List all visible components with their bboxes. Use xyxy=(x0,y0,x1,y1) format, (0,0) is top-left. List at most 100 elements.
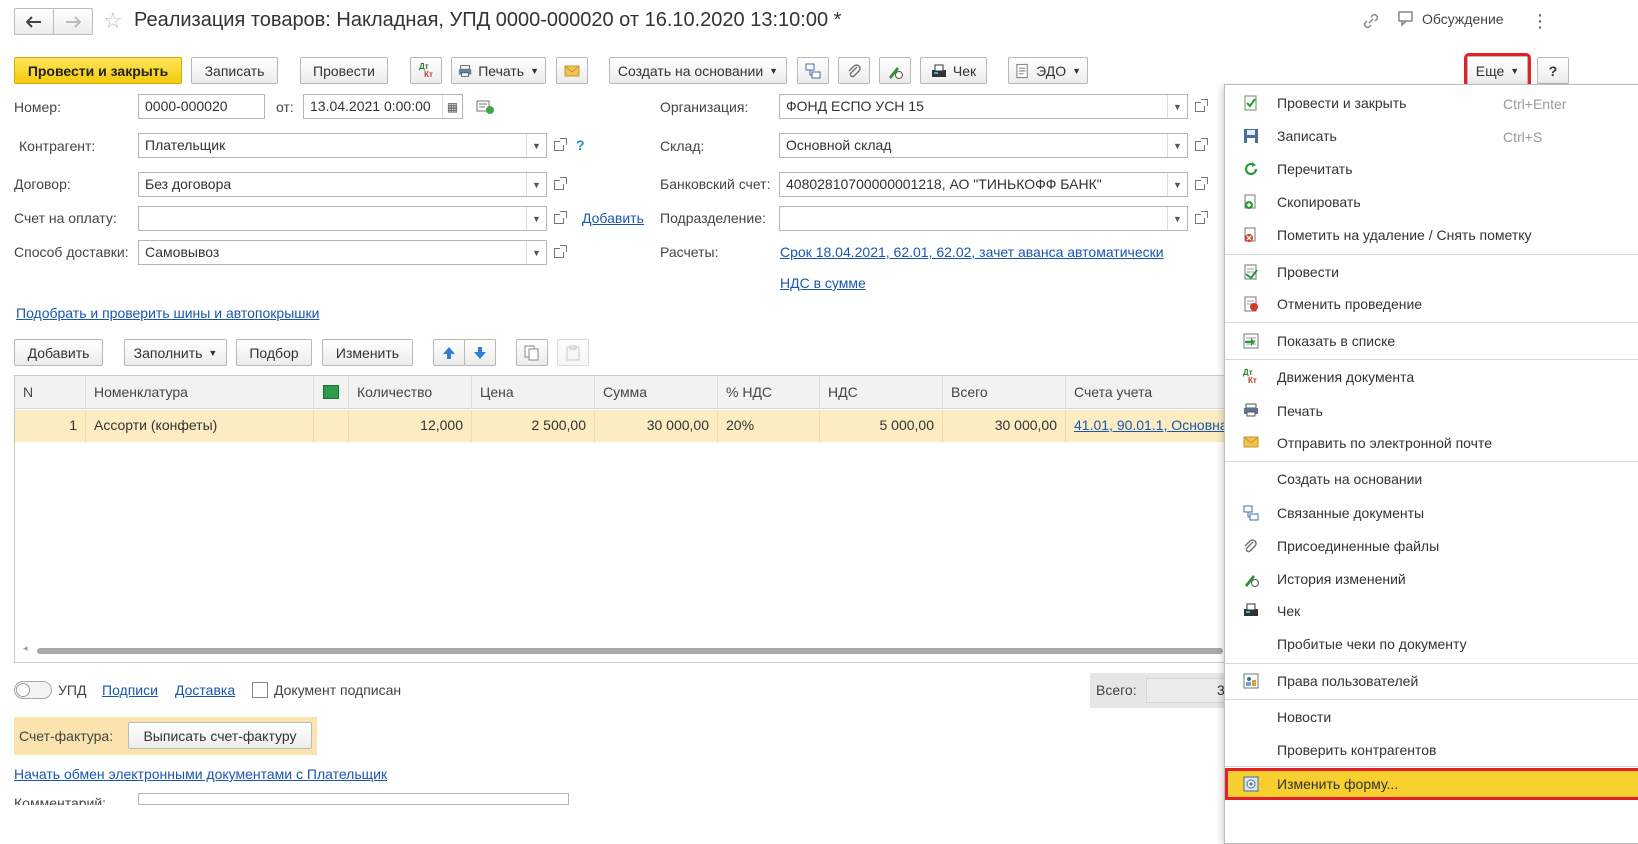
menu-item-18[interactable]: Права пользователей xyxy=(1225,665,1638,697)
open-delivery-icon[interactable] xyxy=(549,240,569,265)
menu-item-10[interactable]: Печать xyxy=(1225,395,1638,427)
comment-field[interactable] xyxy=(138,793,569,805)
menu-item-3[interactable]: Перечитать xyxy=(1225,153,1638,185)
signatures-link[interactable]: Подписи xyxy=(102,682,158,698)
col-header-price[interactable]: Цена xyxy=(472,376,595,409)
menu-item-13[interactable]: Связанные документы xyxy=(1225,497,1638,529)
menu-item-7[interactable]: Отменить проведение xyxy=(1225,288,1638,320)
open-bank-icon[interactable] xyxy=(1190,172,1210,197)
open-org-icon[interactable] xyxy=(1190,94,1210,119)
menu-item-21[interactable]: Изменить форму... xyxy=(1225,768,1638,800)
help-question-icon[interactable]: ? xyxy=(576,137,585,153)
attach-button[interactable] xyxy=(838,57,870,84)
open-invoice-icon[interactable] xyxy=(549,206,569,231)
menu-item-6[interactable]: Провести xyxy=(1225,256,1638,288)
menu-item-15[interactable]: История изменений xyxy=(1225,563,1638,595)
date-field[interactable]: 13.04.2021 0:00:00 ▦ xyxy=(303,94,463,119)
fill-button[interactable]: Заполнить ▼ xyxy=(124,339,227,366)
open-dept-icon[interactable] xyxy=(1190,206,1210,231)
save-button[interactable]: Записать xyxy=(191,57,278,84)
warehouse-field[interactable]: Основной склад ▼ xyxy=(779,133,1188,158)
open-counterparty-icon[interactable] xyxy=(549,133,569,158)
change-button[interactable]: Изменить xyxy=(322,339,413,366)
post-close-button[interactable]: Провести и закрыть xyxy=(14,57,182,84)
back-button[interactable] xyxy=(14,8,54,35)
col-header-n[interactable]: N xyxy=(15,376,86,409)
menu-item-11[interactable]: Отправить по электронной почте xyxy=(1225,427,1638,459)
col-header-vat-rate[interactable]: % НДС xyxy=(718,376,820,409)
copy-rows-button[interactable] xyxy=(516,339,548,366)
edo-button[interactable]: ЭДО ▼ xyxy=(1008,57,1088,84)
menu-item-17[interactable]: Пробитые чеки по документу xyxy=(1225,628,1638,660)
help-button[interactable]: ? xyxy=(1537,57,1569,84)
signed-checkbox[interactable] xyxy=(252,682,268,698)
contract-field[interactable]: Без договора ▼ xyxy=(138,172,547,197)
menu-item-8[interactable]: Показать в списке xyxy=(1225,325,1638,357)
menu-item-20[interactable]: Проверить контрагентов xyxy=(1225,734,1638,766)
paste-rows-button[interactable] xyxy=(557,339,589,366)
menu-item-2[interactable]: Записать Ctrl+S xyxy=(1225,120,1638,152)
tires-link[interactable]: Подобрать и проверить шины и автопокрышк… xyxy=(16,305,319,321)
chevron-down-icon[interactable]: ▼ xyxy=(1167,95,1187,118)
dtkt-button[interactable]: Дт Кт xyxy=(410,57,442,84)
col-header-accounts[interactable]: Счета учета xyxy=(1066,376,1225,409)
favorite-star-icon[interactable]: ☆ xyxy=(103,8,123,34)
history-button[interactable] xyxy=(879,57,911,84)
scrollbar-thumb[interactable] xyxy=(37,648,1223,654)
org-field[interactable]: ФОНД ЕСПО УСН 15 ▼ xyxy=(779,94,1188,119)
counterparty-field[interactable]: Плательщик ▼ xyxy=(138,133,547,158)
email-button[interactable] xyxy=(556,57,588,84)
add-row-button[interactable]: Добавить xyxy=(14,339,103,366)
move-down-button[interactable] xyxy=(464,339,496,366)
post-button[interactable]: Провести xyxy=(300,57,388,84)
col-header-sum[interactable]: Сумма xyxy=(595,376,718,409)
link-icon[interactable] xyxy=(1362,12,1380,33)
menu-item-9[interactable]: Дт Кт Движения документа xyxy=(1225,361,1638,393)
chevron-down-icon[interactable]: ▼ xyxy=(526,134,546,157)
menu-item-5[interactable]: Пометить на удаление / Снять пометку xyxy=(1225,219,1638,251)
create-based-button[interactable]: Создать на основании ▼ xyxy=(609,57,787,84)
col-header-pack[interactable] xyxy=(314,376,349,409)
chevron-down-icon[interactable]: ▼ xyxy=(1167,173,1187,196)
linked-docs-button[interactable] xyxy=(797,57,829,84)
issue-invoice-button[interactable]: Выписать счет-фактуру xyxy=(128,722,312,749)
more-button[interactable]: Еще ▼ xyxy=(1464,53,1531,88)
upd-toggle[interactable] xyxy=(14,681,52,699)
chevron-down-icon[interactable]: ▼ xyxy=(1167,207,1187,230)
open-warehouse-icon[interactable] xyxy=(1190,133,1210,158)
forward-button[interactable] xyxy=(53,8,93,35)
menu-item-14[interactable]: Присоединенные файлы xyxy=(1225,530,1638,562)
open-contract-icon[interactable] xyxy=(549,172,569,197)
col-header-vat[interactable]: НДС xyxy=(820,376,943,409)
menu-item-16[interactable]: Чек xyxy=(1225,595,1638,627)
pick-button[interactable]: Подбор xyxy=(236,339,312,366)
chevron-down-icon[interactable]: ▼ xyxy=(526,207,546,230)
dept-field[interactable]: ▼ xyxy=(779,206,1188,231)
horizontal-scrollbar[interactable]: ◂ xyxy=(23,643,1223,656)
number-field[interactable]: 0000-000020 xyxy=(138,94,265,119)
bank-field[interactable]: 40802810700000001218, АО "ТИНЬКОФФ БАНК"… xyxy=(779,172,1188,197)
menu-item-1[interactable]: Провести и закрыть Ctrl+Enter xyxy=(1225,87,1638,119)
delivery-link[interactable]: Доставка xyxy=(175,682,235,698)
col-header-item[interactable]: Номенклатура xyxy=(86,376,314,409)
calendar-icon[interactable]: ▦ xyxy=(442,95,462,118)
menu-item-19[interactable]: Новости xyxy=(1225,701,1638,733)
receipt-button[interactable]: Чек xyxy=(920,57,987,84)
kebab-menu-icon[interactable]: ⋮ xyxy=(1531,11,1549,32)
accounts-link[interactable]: 41.01, 90.01.1, Основна xyxy=(1074,417,1225,433)
chevron-down-icon[interactable]: ▼ xyxy=(1167,134,1187,157)
col-header-qty[interactable]: Количество xyxy=(349,376,472,409)
chevron-down-icon[interactable]: ▼ xyxy=(526,173,546,196)
settlements-link[interactable]: Срок 18.04.2021, 62.01, 62.02, зачет ава… xyxy=(780,244,1164,260)
start-edo-link[interactable]: Начать обмен электронными документами с … xyxy=(14,766,387,782)
add-invoice-link[interactable]: Добавить xyxy=(582,210,644,226)
move-up-button[interactable] xyxy=(433,339,465,366)
col-header-total[interactable]: Всего xyxy=(943,376,1066,409)
invoice-field[interactable]: ▼ xyxy=(138,206,547,231)
discussion-button[interactable]: Обсуждение xyxy=(1398,11,1504,27)
scroll-left-arrow-icon[interactable]: ◂ xyxy=(23,643,28,654)
vat-link[interactable]: НДС в сумме xyxy=(780,275,866,291)
print-button[interactable]: Печать ▼ xyxy=(451,57,546,84)
delivery-field[interactable]: Самовывоз ▼ xyxy=(138,240,547,265)
chevron-down-icon[interactable]: ▼ xyxy=(526,241,546,264)
